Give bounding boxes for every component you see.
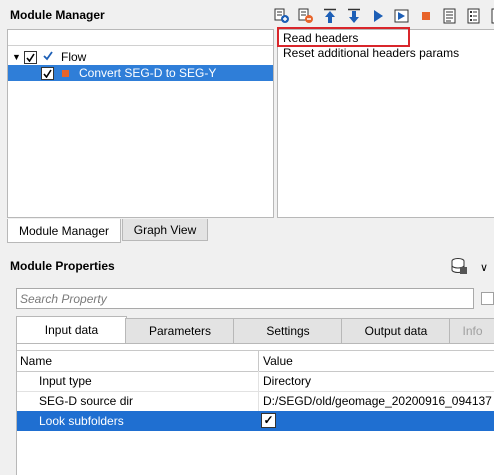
property-row-input-type[interactable]: Input type Directory: [17, 371, 494, 392]
column-name-header[interactable]: Name: [20, 354, 52, 368]
search-property-input[interactable]: [20, 289, 460, 308]
column-value-header[interactable]: Value: [263, 354, 293, 368]
tab-settings[interactable]: Settings: [233, 318, 343, 343]
chevron-down-icon[interactable]: ∨: [480, 261, 488, 274]
tree-header: [8, 30, 273, 46]
flow-tree: ▼ Flow Convert SEG-D to SEG-Y: [7, 29, 274, 218]
flow-check-icon: [43, 50, 53, 64]
flow-label: Flow: [61, 50, 87, 64]
tree-row-flow[interactable]: ▼ Flow: [8, 49, 273, 65]
module-manager-title: Module Manager: [10, 8, 105, 22]
log-button[interactable]: [439, 6, 461, 26]
property-name: Input type: [39, 374, 92, 388]
tab-graph-view[interactable]: Graph View: [122, 219, 208, 241]
flow-checkbox[interactable]: [24, 50, 37, 64]
move-down-button[interactable]: [343, 6, 365, 26]
settings-button[interactable]: [487, 6, 494, 26]
list-item-reset-headers[interactable]: Reset additional headers params: [283, 46, 459, 61]
property-row-look-subfolders[interactable]: Look subfolders ✓: [17, 411, 494, 431]
database-icon[interactable]: [450, 257, 468, 278]
tab-module-manager[interactable]: Module Manager: [7, 219, 121, 243]
tab-info[interactable]: Info: [449, 318, 494, 343]
tab-parameters[interactable]: Parameters: [125, 318, 235, 343]
move-down-icon: [348, 8, 360, 23]
remove-module-icon: [298, 8, 313, 23]
stop-button[interactable]: [415, 6, 437, 26]
tab-output-data[interactable]: Output data: [341, 318, 451, 343]
module-status-icon: [62, 69, 69, 77]
expand-arrow-icon[interactable]: ▼: [12, 52, 22, 62]
log-icon: [443, 8, 456, 24]
tree-row-module[interactable]: Convert SEG-D to SEG-Y: [8, 65, 273, 81]
list-icon: [467, 8, 480, 24]
properties-toolbar: ∨: [450, 257, 488, 278]
add-module-button[interactable]: [271, 6, 293, 26]
grid-header: Name Value: [17, 350, 494, 372]
look-subfolders-checkbox[interactable]: ✓: [261, 413, 276, 428]
property-grid: Name Value Input type Directory SEG-D so…: [16, 343, 494, 475]
run-step-icon: [394, 9, 409, 23]
property-value[interactable]: Directory: [263, 374, 311, 388]
add-module-icon: [274, 8, 289, 23]
search-property-box: [16, 288, 474, 309]
module-properties-title: Module Properties: [10, 259, 115, 273]
filter-checkbox[interactable]: [481, 292, 494, 305]
highlight-box: [277, 27, 410, 47]
remove-module-button[interactable]: [295, 6, 317, 26]
stop-icon: [422, 12, 430, 20]
checkmark-icon: [43, 69, 52, 78]
checkmark-icon: [26, 53, 35, 62]
move-up-icon: [324, 8, 336, 23]
run-icon: [374, 10, 383, 22]
run-button[interactable]: [367, 6, 389, 26]
property-name: SEG-D source dir: [39, 394, 134, 408]
property-value[interactable]: D:/SEGD/old/geomage_20200916_094137: [263, 394, 492, 408]
module-label: Convert SEG-D to SEG-Y: [79, 66, 217, 80]
module-list: Read headers Reset additional headers pa…: [277, 29, 494, 218]
module-checkbox[interactable]: [41, 66, 54, 80]
run-step-button[interactable]: [391, 6, 413, 26]
module-toolbar: [271, 5, 494, 27]
move-up-button[interactable]: [319, 6, 341, 26]
list-button[interactable]: [463, 6, 485, 26]
tab-input-data[interactable]: Input data: [16, 316, 127, 343]
property-name: Look subfolders: [39, 414, 124, 428]
property-row-segd-source-dir[interactable]: SEG-D source dir D:/SEGD/old/geomage_202…: [17, 391, 494, 412]
